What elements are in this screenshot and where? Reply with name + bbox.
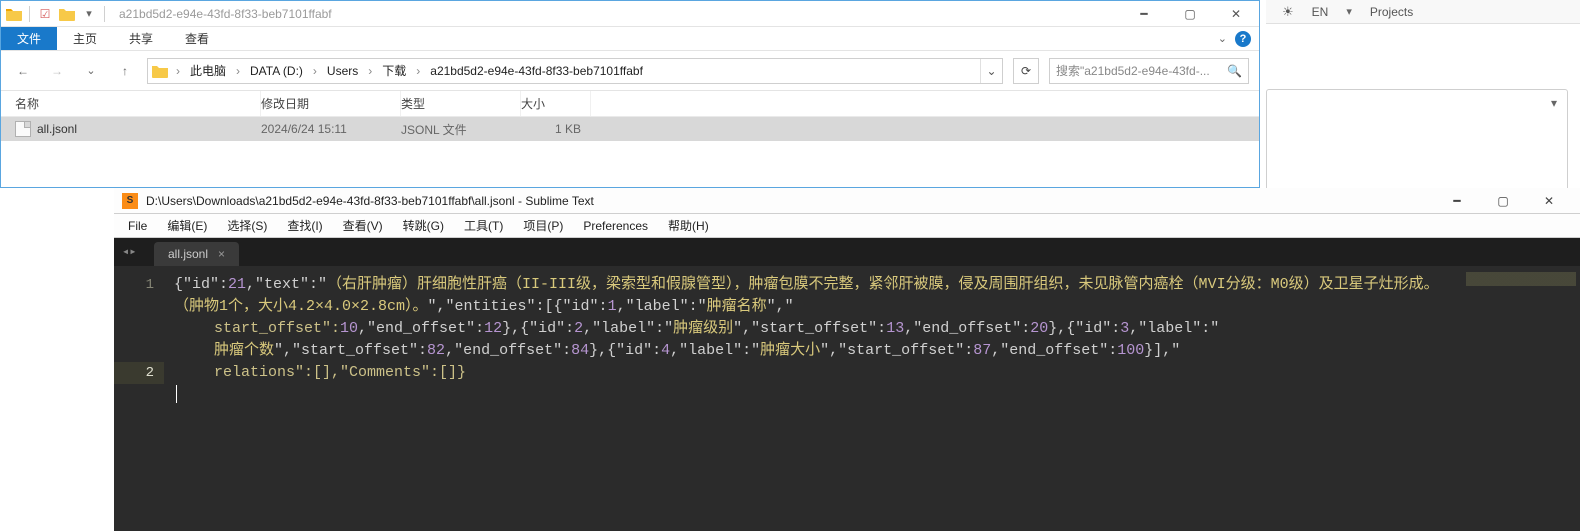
sublime-titlebar: S D:\Users\Downloads\a21bd5d2-e94e-43fd-… xyxy=(114,188,1580,214)
window-title: a21bd5d2-e94e-43fd-8f33-beb7101ffabf xyxy=(119,7,332,21)
sublime-tabbar: ◂▸ all.jsonl × xyxy=(114,238,1580,266)
menu-goto[interactable]: 转跳(G) xyxy=(395,217,452,234)
nav-history-dropdown[interactable]: ⌄ xyxy=(79,59,103,83)
editor-tab[interactable]: all.jsonl × xyxy=(154,242,239,266)
breadcrumb-dropdown[interactable]: ⌄ xyxy=(980,59,1002,83)
sublime-window: S D:\Users\Downloads\a21bd5d2-e94e-43fd-… xyxy=(114,188,1580,531)
header-size[interactable]: 大小 xyxy=(521,91,591,116)
menu-file[interactable]: File xyxy=(120,219,155,233)
language-label[interactable]: EN xyxy=(1312,5,1329,19)
menu-find[interactable]: 查找(I) xyxy=(279,217,330,234)
file-modified: 2024/6/24 15:11 xyxy=(261,122,401,136)
text-cursor xyxy=(176,385,177,403)
nav-up-button[interactable]: ↑ xyxy=(113,59,137,83)
tab-close-icon[interactable]: × xyxy=(218,247,225,261)
fold-icon[interactable]: ◂▸ xyxy=(122,244,136,259)
folder-icon[interactable] xyxy=(5,5,23,23)
file-icon xyxy=(15,121,31,137)
line-number: 1 xyxy=(146,277,154,293)
breadcrumb-thispc[interactable]: 此电脑 xyxy=(184,59,232,83)
sublime-logo-icon: S xyxy=(122,193,138,209)
explorer-window: ☑ ▾ a21bd5d2-e94e-43fd-8f33-beb7101ffabf… xyxy=(0,0,1260,188)
breadcrumb[interactable]: › 此电脑 › DATA (D:) › Users › 下载 › a21bd5d… xyxy=(147,58,1003,84)
search-placeholder: 搜索"a21bd5d2-e94e-43fd-... xyxy=(1056,62,1210,79)
minimize-button[interactable]: ━ xyxy=(1121,1,1167,27)
maximize-button[interactable]: ▢ xyxy=(1167,1,1213,27)
header-type[interactable]: 类型 xyxy=(401,91,521,116)
sublime-minimize-button[interactable]: ━ xyxy=(1434,188,1480,214)
explorer-titlebar: ☑ ▾ a21bd5d2-e94e-43fd-8f33-beb7101ffabf… xyxy=(1,1,1259,27)
menu-project[interactable]: 项目(P) xyxy=(515,217,571,234)
chevron-right-icon: › xyxy=(232,64,244,78)
refresh-button[interactable]: ⟳ xyxy=(1013,58,1039,84)
file-row[interactable]: all.jsonl 2024/6/24 15:11 JSONL 文件 1 KB xyxy=(1,117,1259,141)
file-type: JSONL 文件 xyxy=(401,121,521,138)
header-name[interactable]: 名称 xyxy=(1,91,261,116)
tab-label: all.jsonl xyxy=(168,247,208,261)
dropdown-chevron-icon: ▾ xyxy=(1551,96,1557,110)
quick-access-toolbar: ☑ ▾ xyxy=(1,5,111,23)
search-box[interactable]: 搜索"a21bd5d2-e94e-43fd-... 🔍 xyxy=(1049,58,1249,84)
chevron-right-icon: › xyxy=(412,64,424,78)
help-icon[interactable]: ? xyxy=(1235,31,1251,47)
sublime-menubar: File 编辑(E) 选择(S) 查找(I) 查看(V) 转跳(G) 工具(T)… xyxy=(114,214,1580,238)
checkbox-icon[interactable]: ☑ xyxy=(36,5,54,23)
search-icon[interactable]: 🔍 xyxy=(1227,64,1242,78)
close-button[interactable]: ✕ xyxy=(1213,1,1259,27)
nav-back-button[interactable]: ← xyxy=(11,59,35,83)
chevron-right-icon: › xyxy=(309,64,321,78)
qat-overflow-icon[interactable]: ▾ xyxy=(80,5,98,23)
nav-forward-button[interactable]: → xyxy=(45,59,69,83)
header-modified[interactable]: 修改日期 xyxy=(261,91,401,116)
column-headers[interactable]: 名称 修改日期 类型 大小 xyxy=(1,91,1259,117)
minimap[interactable] xyxy=(1460,266,1580,531)
tab-home[interactable]: 主页 xyxy=(57,27,113,50)
minimap-content xyxy=(1466,272,1576,286)
breadcrumb-users[interactable]: Users xyxy=(321,59,364,83)
menu-view[interactable]: 查看(V) xyxy=(335,217,391,234)
file-size: 1 KB xyxy=(521,122,591,136)
breadcrumb-drive[interactable]: DATA (D:) xyxy=(244,59,309,83)
tab-file[interactable]: 文件 xyxy=(1,27,57,50)
menu-tools[interactable]: 工具(T) xyxy=(456,217,511,234)
theme-sun-icon[interactable]: ☀ xyxy=(1282,4,1294,20)
menu-help[interactable]: 帮助(H) xyxy=(660,217,717,234)
chevron-right-icon: › xyxy=(172,64,184,78)
browser-topbar: ☀ EN ▾ Projects xyxy=(1266,0,1580,24)
breadcrumb-folder-icon[interactable] xyxy=(148,64,172,78)
sublime-title: D:\Users\Downloads\a21bd5d2-e94e-43fd-8f… xyxy=(146,194,594,208)
folder-small-icon[interactable] xyxy=(58,5,76,23)
line-number-active: 2 xyxy=(114,362,164,384)
ribbon-tabs: 文件 主页 共享 查看 ⌄ ? xyxy=(1,27,1259,51)
breadcrumb-folder[interactable]: a21bd5d2-e94e-43fd-8f33-beb7101ffabf xyxy=(424,59,649,83)
menu-select[interactable]: 选择(S) xyxy=(219,217,275,234)
tab-view[interactable]: 查看 xyxy=(169,27,225,50)
ribbon-expand-icon[interactable]: ⌄ xyxy=(1218,32,1227,45)
menu-edit[interactable]: 编辑(E) xyxy=(159,217,215,234)
line-gutter: 1 2 xyxy=(114,266,164,531)
address-bar: ← → ⌄ ↑ › 此电脑 › DATA (D:) › Users › 下载 ›… xyxy=(1,51,1259,91)
breadcrumb-downloads[interactable]: 下载 xyxy=(376,59,412,83)
chevron-right-icon: › xyxy=(364,64,376,78)
editor-body[interactable]: 1 2 {"id":21,"text":"（右肝肿瘤）肝细胞性肝癌（II-III… xyxy=(114,266,1580,531)
sublime-close-button[interactable]: ✕ xyxy=(1526,188,1572,214)
chevron-down-icon: ▾ xyxy=(1346,5,1352,18)
projects-label[interactable]: Projects xyxy=(1370,5,1413,19)
tab-share[interactable]: 共享 xyxy=(113,27,169,50)
sublime-maximize-button[interactable]: ▢ xyxy=(1480,188,1526,214)
code-area[interactable]: {"id":21,"text":"（右肝肿瘤）肝细胞性肝癌（II-III级，梁索… xyxy=(164,266,1460,531)
file-name: all.jsonl xyxy=(37,122,77,136)
menu-prefs[interactable]: Preferences xyxy=(575,219,656,233)
